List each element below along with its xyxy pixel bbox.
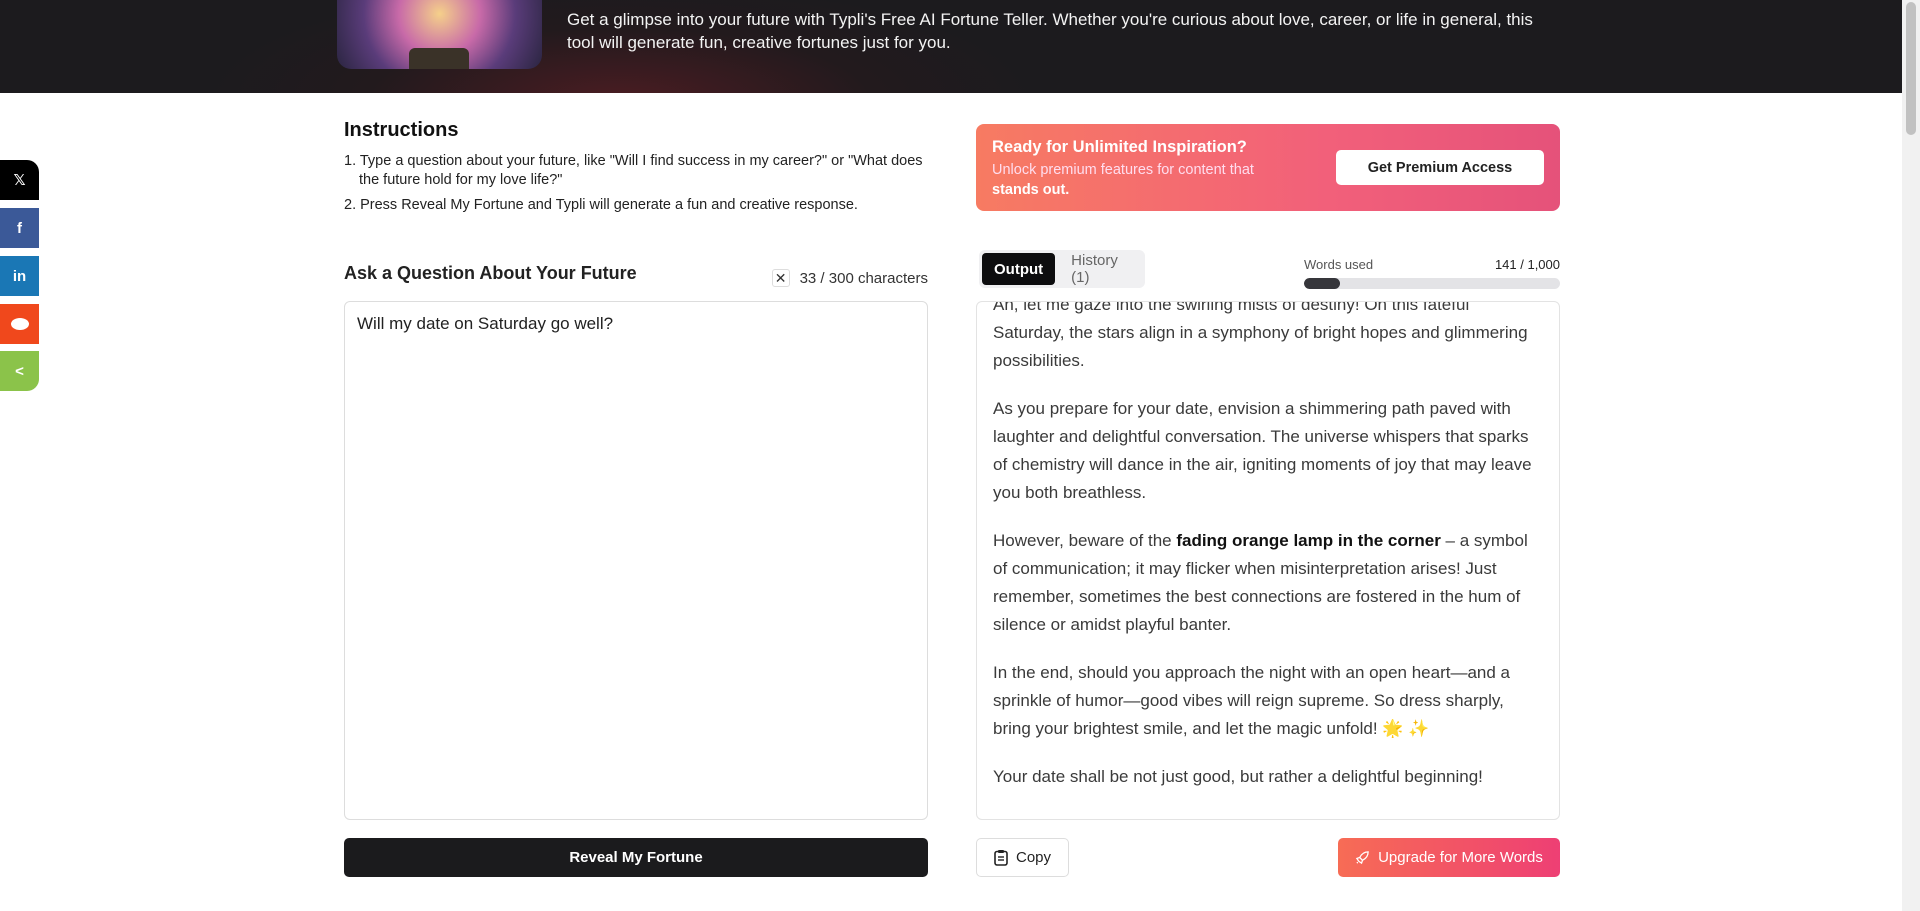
share-facebook-button[interactable]: f (0, 208, 39, 248)
get-premium-button[interactable]: Get Premium Access (1336, 150, 1544, 185)
instruction-item: 2. Press Reveal My Fortune and Typli wil… (344, 197, 858, 213)
reddit-icon (10, 318, 29, 330)
counter-text: 33 / 300 characters (799, 269, 928, 287)
crystal-ball-image (337, 0, 542, 69)
output-paragraph: As you prepare for your date, envision a… (993, 399, 1532, 502)
words-used-value: 141 / 1,000 (1494, 257, 1560, 272)
tab-output[interactable]: Output (982, 253, 1056, 285)
output-paragraph: In the end, should you approach the nigh… (993, 663, 1510, 738)
facebook-icon: f (17, 219, 22, 237)
linkedin-icon: in (12, 267, 27, 285)
hero-banner: Get a glimpse into your future with Typl… (0, 0, 1902, 93)
reveal-fortune-button[interactable]: Reveal My Fortune (344, 838, 928, 877)
share-linkedin-button[interactable]: in (0, 256, 39, 296)
instructions-title: Instructions (344, 119, 459, 141)
instructions-list: 1. Type a question about your future, li… (344, 152, 929, 221)
clear-icon[interactable]: ✕ (771, 269, 790, 287)
output-bold-text: fading orange lamp in the corner (1176, 531, 1441, 550)
promo-text-main: Unlock premium features for content that (992, 162, 1254, 178)
rocket-icon (1355, 851, 1369, 865)
page-scrollbar[interactable] (1902, 0, 1920, 911)
share-icon: < (15, 362, 24, 380)
upgrade-label: Upgrade for More Words (1378, 849, 1543, 866)
promo-text: Unlock premium features for content that… (992, 160, 1282, 200)
share-button[interactable]: < (0, 351, 39, 391)
instruction-item: 1. Type a question about your future, li… (344, 153, 923, 188)
promo-text-bold: stands out. (992, 182, 1070, 198)
words-used-progress (1304, 278, 1560, 289)
premium-banner: Ready for Unlimited Inspiration? Unlock … (976, 124, 1560, 211)
clipboard-icon (994, 850, 1008, 866)
output-paragraph: However, beware of the fading orange lam… (993, 527, 1539, 639)
scrollbar-thumb[interactable] (1906, 2, 1916, 135)
character-counter: ✕ 33 / 300 characters (771, 269, 928, 287)
hero-description: Get a glimpse into your future with Typl… (567, 10, 1533, 52)
upgrade-button[interactable]: Upgrade for More Words (1338, 838, 1560, 877)
share-x-button[interactable]: 𝕏 (0, 160, 39, 200)
output-text: However, beware of the (993, 531, 1177, 550)
words-used-fill (1304, 278, 1341, 289)
crystal-ball-stand (409, 48, 469, 69)
question-input[interactable]: Will my date on Saturday go well? (344, 301, 928, 820)
share-reddit-button[interactable] (0, 304, 39, 344)
tab-history[interactable]: History (1) (1059, 252, 1142, 286)
x-icon: 𝕏 (13, 172, 26, 189)
copy-label: Copy (1015, 849, 1052, 866)
output-panel[interactable]: Ah, let me gaze into the swirling mists … (976, 301, 1560, 820)
output-tabs: Output History (1) (979, 250, 1145, 288)
question-title: Ask a Question About Your Future (344, 263, 637, 283)
output-paragraph: Ah, let me gaze into the swirling mists … (993, 301, 1528, 370)
words-used-label: Words used (1304, 257, 1374, 272)
output-paragraph: Your date shall be not just good, but ra… (993, 767, 1483, 786)
copy-button[interactable]: Copy (976, 838, 1069, 877)
